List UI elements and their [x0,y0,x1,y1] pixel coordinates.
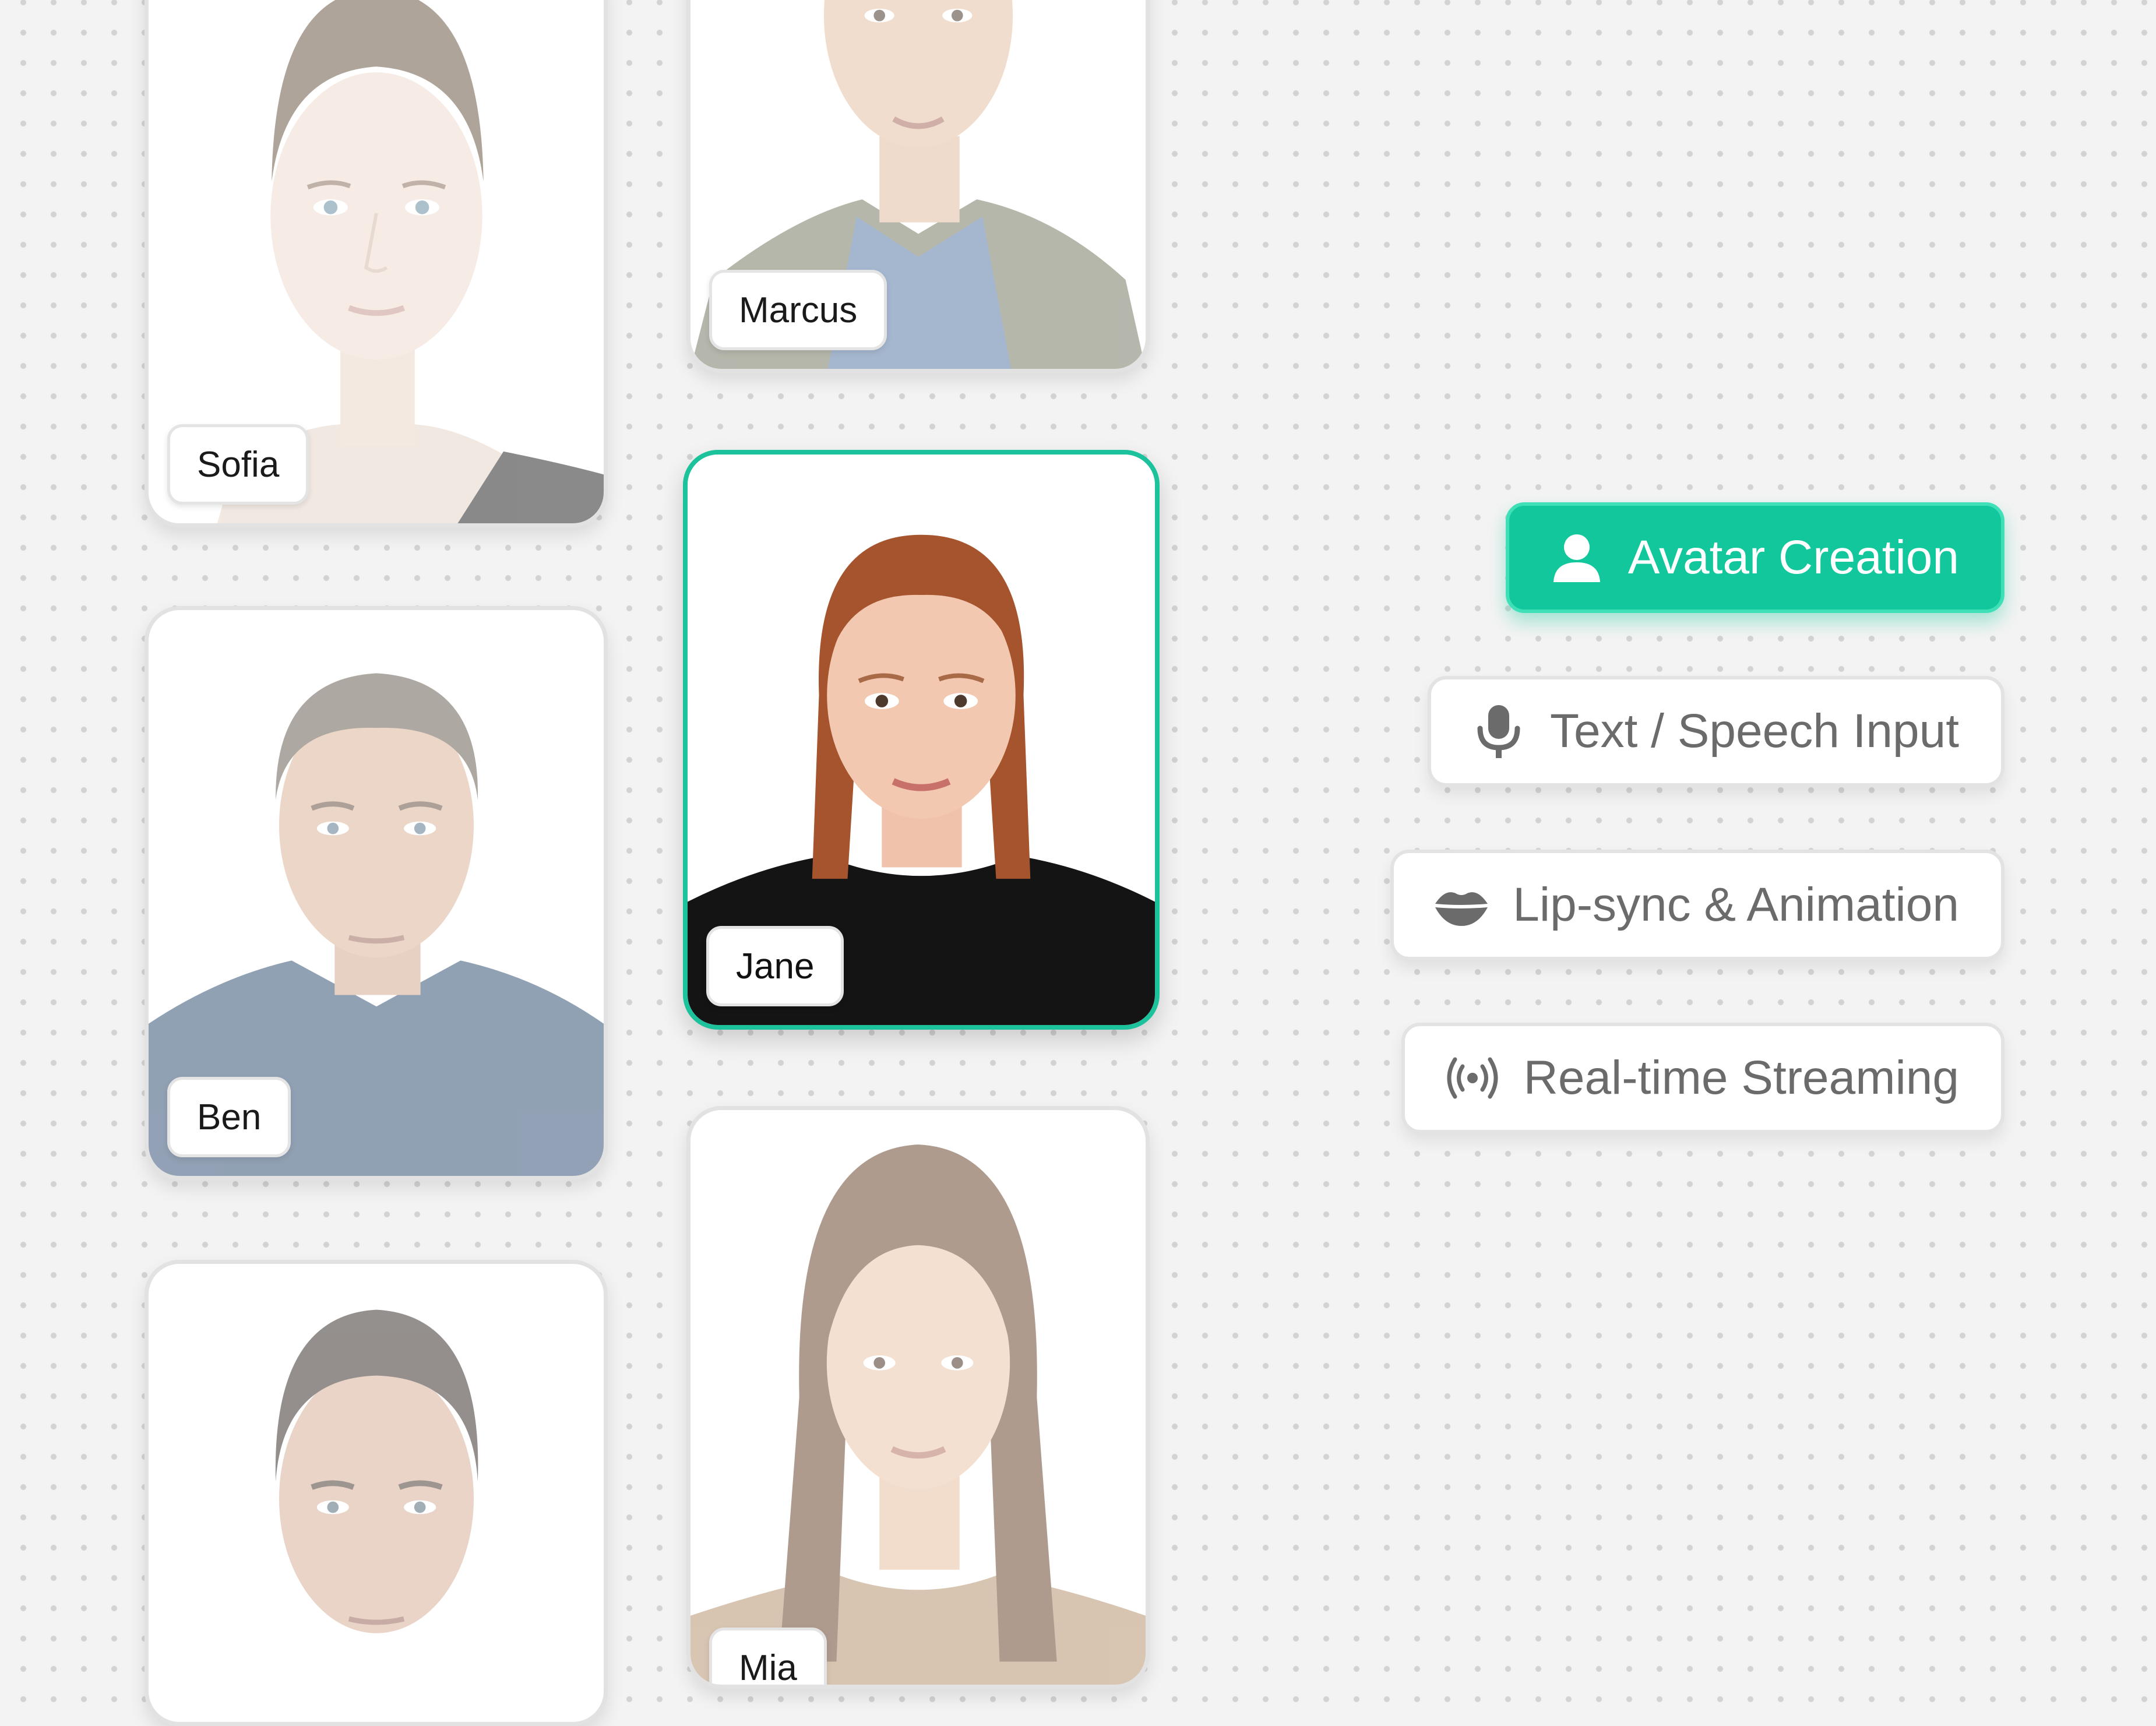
avatar-card-sofia[interactable]: Sofia [145,0,608,527]
feature-label: Real-time Streaming [1523,1051,1959,1104]
feature-label: Text / Speech Input [1549,705,1959,758]
avatar-name-tag: Ben [167,1077,291,1157]
feature-label: Lip-sync & Animation [1513,878,1959,931]
avatar-card-ben[interactable]: Ben [145,606,608,1180]
microphone-icon [1470,702,1528,760]
avatar-portrait [691,1110,1146,1685]
user-icon [1548,529,1606,587]
feature-lip-sync-animation[interactable]: Lip-sync & Animation [1390,850,2004,960]
feature-label: Avatar Creation [1627,531,1959,584]
avatar-card-marcus[interactable]: Marcus [686,0,1150,373]
avatar-name-tag: Marcus [709,270,887,350]
feature-text-speech-input[interactable]: Text / Speech Input [1427,676,2004,787]
feature-realtime-streaming[interactable]: Real-time Streaming [1401,1023,2004,1133]
avatar-card-mia[interactable]: Mia [686,1106,1150,1689]
lips-icon [1432,876,1491,934]
avatar-name-tag: Sofia [167,424,309,505]
avatar-name-tag: Jane [706,926,844,1006]
broadcast-icon [1443,1049,1502,1107]
avatar-name-tag: Mia [709,1628,827,1685]
feature-avatar-creation[interactable]: Avatar Creation [1505,502,2004,613]
avatar-card-jane[interactable]: Jane [683,450,1160,1030]
avatar-portrait [149,1264,604,1722]
avatar-card-unnamed[interactable] [145,1260,608,1726]
